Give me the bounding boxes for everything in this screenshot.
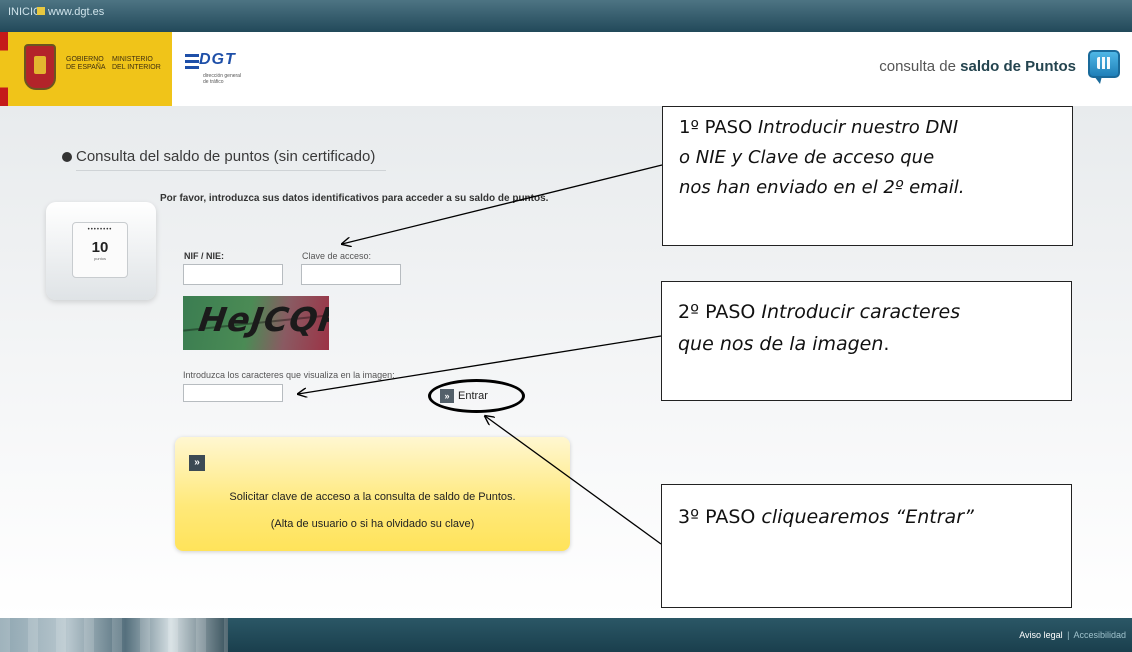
dgt-logo-sub: dirección general de tráfico [203,73,242,85]
captcha-image: HeJCQR [183,296,329,350]
arrow-step1 [342,164,663,244]
captcha-input[interactable] [183,384,283,402]
title-divider [76,170,386,171]
request-key-note: (Alta de usuario o si ha olvidado su cla… [270,518,475,530]
aviso-legal-link[interactable]: Aviso legal [1019,630,1062,640]
header: GOBIERNO DE ESPAÑA MINISTERIO DEL INTERI… [0,32,1132,106]
square-icon [37,7,45,15]
card-number: 10 [91,239,109,256]
points-card-icon: •••••••• 10 puntos [72,222,128,278]
captcha-text: HeJCQR [196,300,329,339]
page-title: Consulta del saldo de puntos (sin certif… [76,148,376,165]
brand-title: consulta de saldo de Puntos [879,58,1076,75]
annotation-step2: 2º PASO Introducir caracteres que nos de… [661,281,1072,401]
dgt-logo-text: DGT [199,51,236,68]
footer-links: Aviso legal | Accesibilidad [1019,630,1126,640]
bullet-icon [62,152,72,162]
nif-label: NIF / NIE: [184,251,224,261]
nif-input[interactable] [183,264,283,285]
intro-text: Por favor, introduzca sus datos identifi… [160,193,549,204]
dgt-logo[interactable]: DGT dirección general de tráfico [185,46,245,86]
gov-name: GOBIERNO DE ESPAÑA [66,56,106,71]
double-arrow-icon: » [189,455,205,471]
request-key-link[interactable]: Solicitar clave de acceso a la consulta … [175,491,570,503]
top-bar: INICIO www.dgt.es [0,0,1132,32]
coat-of-arms-icon [24,44,56,90]
clave-label: Clave de acceso: [302,251,372,261]
points-card-image: •••••••• 10 puntos [46,202,156,300]
ministry-name: MINISTERIO DEL INTERIOR [112,56,161,71]
footer-photo [0,618,228,652]
annotation-step3: 3º PASO cliquearemos “Entrar” [661,484,1072,608]
dgt-bars-icon [185,54,199,72]
dgt-site-link[interactable]: www.dgt.es [48,6,104,18]
flag-stripe [0,32,8,106]
footer: Aviso legal | Accesibilidad [0,618,1132,652]
footer-separator: | [1067,630,1070,640]
annotation-step1: 1º PASO Introducir nuestro DNI o NIE y C… [662,106,1073,246]
speech-bubble-icon [1088,50,1120,84]
government-logo[interactable]: GOBIERNO DE ESPAÑA MINISTERIO DEL INTERI… [0,32,172,106]
main-content: Consulta del saldo de puntos (sin certif… [0,106,1132,618]
request-key-box[interactable]: » Solicitar clave de acceso a la consult… [175,437,570,551]
captcha-label: Introduzca los caracteres que visualiza … [183,370,395,380]
accesibilidad-link[interactable]: Accesibilidad [1073,630,1126,640]
card-dots: •••••••• [87,227,113,233]
highlight-circle [428,379,525,413]
clave-input[interactable] [301,264,401,285]
card-label: puntos [93,256,106,261]
